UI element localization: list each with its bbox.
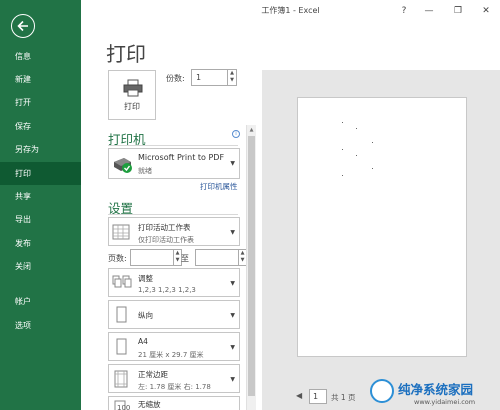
- preview-mark: [372, 168, 373, 169]
- preview-page: [297, 97, 467, 357]
- margins-dropdown[interactable]: 正常边距 左: 1.78 厘米 右: 1.78 ▼: [108, 364, 240, 393]
- help-button[interactable]: ?: [396, 4, 412, 18]
- title-bar: 工作簿1 - Excel ? — ❐ ✕: [81, 0, 500, 22]
- orientation-dropdown[interactable]: 纵向 ▼: [108, 300, 240, 329]
- preview-mark: [342, 122, 343, 123]
- watermark: 纯净系统家园 www.yidaimei.com: [368, 377, 500, 410]
- print-button-label: 打印: [124, 102, 140, 111]
- print-button[interactable]: 打印: [108, 70, 156, 120]
- scroll-up-icon[interactable]: ▲: [247, 125, 256, 135]
- collate-value: 调整: [138, 274, 153, 283]
- printer-icon: [123, 79, 143, 97]
- scaling-dropdown[interactable]: 100 无缩放: [108, 396, 240, 410]
- printer-ready-icon: [114, 158, 132, 173]
- settings-scrollbar[interactable]: ▲: [246, 125, 256, 410]
- svg-text:100: 100: [117, 404, 130, 410]
- nav-item-options[interactable]: 选项: [0, 314, 81, 337]
- settings-divider: [108, 214, 238, 215]
- nav-item-save-as[interactable]: 另存为: [0, 138, 81, 161]
- watermark-logo-icon: [370, 379, 394, 403]
- pages-to-label: 至: [181, 254, 189, 263]
- copies-spinner[interactable]: ▲ ▼: [228, 69, 237, 86]
- copies-input[interactable]: 1: [191, 69, 228, 86]
- chevron-down-icon: ▼: [230, 229, 235, 236]
- preview-mark: [356, 155, 357, 156]
- nav-item-new[interactable]: 新建: [0, 68, 81, 91]
- minimize-button[interactable]: —: [421, 4, 437, 18]
- collate-desc: 1,2,3 1,2,3 1,2,3: [138, 286, 196, 294]
- collate-dropdown[interactable]: 调整 1,2,3 1,2,3 1,2,3 ▼: [108, 268, 240, 297]
- preview-mark: [372, 142, 373, 143]
- pages-from-input[interactable]: [130, 249, 174, 266]
- restore-button[interactable]: ❐: [450, 4, 466, 18]
- nav-item-export[interactable]: 导出: [0, 208, 81, 231]
- paper-size-value: A4: [138, 337, 148, 346]
- back-button[interactable]: [11, 14, 35, 38]
- page-number-input[interactable]: 1: [309, 389, 327, 404]
- print-scope-dropdown[interactable]: 打印活动工作表 仅打印活动工作表 ▼: [108, 217, 240, 246]
- back-arrow-icon: [17, 20, 28, 32]
- watermark-url: www.yidaimei.com: [414, 398, 476, 406]
- printer-properties-link[interactable]: 打印机属性: [200, 181, 238, 192]
- chevron-down-icon: ▼: [230, 280, 235, 287]
- orientation-value: 纵向: [138, 311, 153, 320]
- scaling-value: 无缩放: [138, 400, 161, 409]
- paper-size-dropdown[interactable]: A4 21 厘米 x 29.7 厘米 ▼: [108, 332, 240, 361]
- page-title: 打印: [106, 42, 146, 66]
- printer-divider: [108, 145, 238, 146]
- chevron-down-icon: ▼: [230, 344, 235, 351]
- nav-item-save[interactable]: 保存: [0, 115, 81, 138]
- margins-desc: 左: 1.78 厘米 右: 1.78: [138, 383, 211, 391]
- preview-mark: [356, 128, 357, 129]
- nav-item-info[interactable]: 信息: [0, 45, 81, 68]
- close-button[interactable]: ✕: [478, 4, 494, 18]
- prev-page-button[interactable]: ◀: [296, 391, 302, 400]
- scrollbar-thumb[interactable]: [248, 136, 255, 396]
- no-scaling-icon: 100: [114, 400, 130, 410]
- nav-item-account[interactable]: 帐户: [0, 290, 81, 313]
- chevron-down-icon: ▼: [230, 312, 235, 319]
- printer-name: Microsoft Print to PDF: [138, 153, 225, 162]
- chevron-down-icon: ▼: [230, 160, 235, 167]
- nav-item-open[interactable]: 打开: [0, 91, 81, 114]
- printer-status: 就绪: [138, 167, 152, 175]
- print-scope-desc: 仅打印活动工作表: [138, 236, 194, 244]
- worksheet-grid-icon: [112, 224, 130, 240]
- preview-mark: [342, 149, 343, 150]
- printer-dropdown[interactable]: Microsoft Print to PDF 就绪 ▼: [108, 148, 240, 179]
- window-title: 工作簿1 - Excel: [261, 6, 320, 15]
- portrait-page-icon: [116, 306, 127, 323]
- chevron-down-icon: ▼: [230, 376, 235, 383]
- nav-item-publish[interactable]: 发布: [0, 232, 81, 255]
- backstage-nav: 信息 新建 打开 保存 另存为 打印 共享 导出 发布 关闭 帐户 选项: [0, 0, 81, 410]
- margins-value: 正常边距: [138, 370, 168, 379]
- info-icon[interactable]: i: [232, 130, 240, 138]
- preview-mark: [342, 175, 343, 176]
- nav-item-close[interactable]: 关闭: [0, 255, 81, 278]
- copies-label: 份数:: [166, 74, 185, 83]
- nav-item-print[interactable]: 打印: [0, 162, 81, 185]
- pages-to-input[interactable]: [195, 249, 239, 266]
- paper-size-desc: 21 厘米 x 29.7 厘米: [138, 351, 204, 359]
- paper-size-icon: [116, 338, 127, 355]
- collate-pages-icon: [112, 275, 132, 288]
- watermark-title: 纯净系统家园: [398, 382, 474, 397]
- pages-label: 页数:: [108, 254, 127, 263]
- page-total: 共 1 页: [331, 393, 356, 402]
- nav-item-share[interactable]: 共享: [0, 185, 81, 208]
- margins-icon: [114, 370, 128, 388]
- print-scope-value: 打印活动工作表: [138, 223, 191, 232]
